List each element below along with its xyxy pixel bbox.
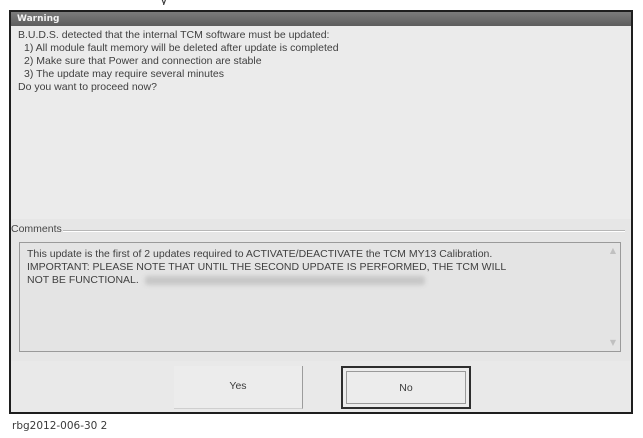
scroll-down-icon[interactable]: ▼: [608, 338, 618, 348]
comment-line: This update is the first of 2 updates re…: [27, 248, 493, 260]
message-area: B.U.D.S. detected that the internal TCM …: [11, 26, 631, 219]
figure-caption: rbg2012-006-30 2: [12, 420, 108, 432]
message-line: Do you want to proceed now?: [18, 81, 157, 93]
comments-group: Comments This update is the first of 2 u…: [11, 219, 631, 359]
comments-textbox[interactable]: This update is the first of 2 updates re…: [19, 242, 621, 352]
comments-label: Comments: [11, 223, 62, 235]
warning-dialog: Warning B.U.D.S. detected that the inter…: [9, 10, 633, 414]
blurred-text: [144, 275, 425, 285]
top-text-fragment: y: [160, 0, 168, 5]
comments-divider: [63, 230, 625, 232]
comment-line-3: NOT BE FUNCTIONAL.: [27, 274, 607, 287]
message-line: 1) All module fault memory will be delet…: [24, 42, 339, 54]
message-line: 2) Make sure that Power and connection a…: [24, 55, 262, 67]
comment-line: NOT BE FUNCTIONAL.: [27, 274, 139, 286]
dialog-title-bar: Warning: [11, 12, 631, 26]
no-button[interactable]: No: [341, 366, 471, 409]
dialog-title: Warning: [17, 14, 60, 24]
yes-button[interactable]: Yes: [174, 366, 303, 409]
message-line: B.U.D.S. detected that the internal TCM …: [18, 29, 330, 41]
button-strip: Yes No: [11, 361, 631, 412]
scroll-up-icon[interactable]: ▲: [608, 246, 618, 256]
comments-scrollbar[interactable]: ▲ ▼: [606, 243, 620, 351]
comment-line: IMPORTANT: PLEASE NOTE THAT UNTIL THE SE…: [27, 261, 507, 273]
comment-text: This update is the first of 2 updates re…: [27, 248, 607, 287]
message-line: 3) The update may require several minute…: [24, 68, 224, 80]
